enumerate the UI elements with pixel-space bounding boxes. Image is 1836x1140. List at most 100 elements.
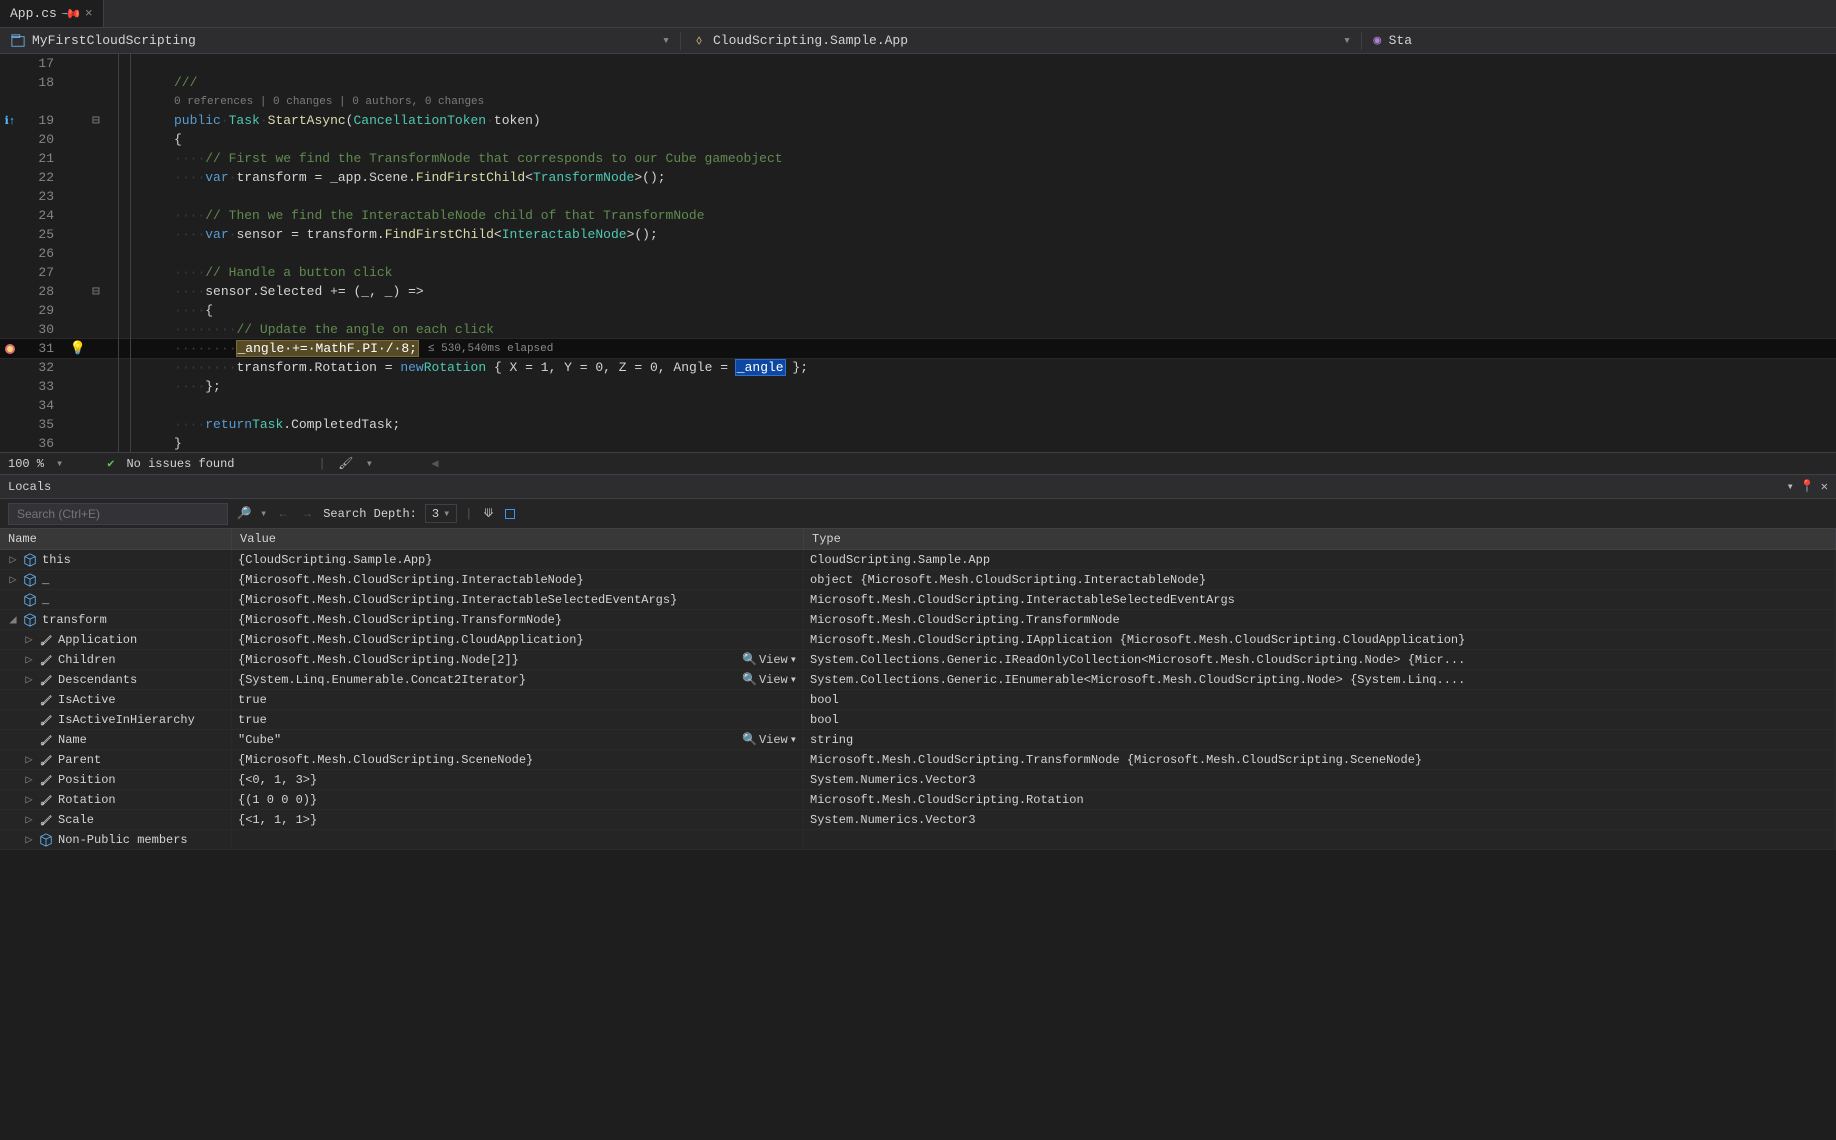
member-dropdown[interactable]: ⬨ CloudScripting.Sample.App ▾ bbox=[681, 28, 1361, 53]
zoom-level[interactable]: 100 % bbox=[8, 457, 44, 471]
expand-icon[interactable]: ▷ bbox=[8, 572, 18, 587]
locals-value-cell[interactable]: {Microsoft.Mesh.CloudScripting.Interacta… bbox=[232, 590, 804, 610]
nav-back-icon[interactable]: ← bbox=[275, 506, 291, 522]
window-position-icon[interactable]: ▾ bbox=[1787, 479, 1794, 494]
nav-forward-icon[interactable]: → bbox=[299, 506, 315, 522]
code-line[interactable]: 20{ bbox=[0, 130, 1836, 149]
locals-value-cell[interactable]: true bbox=[232, 690, 804, 710]
expand-icon[interactable]: ▷ bbox=[24, 672, 34, 687]
code-line[interactable]: 25····var·sensor = transform.FindFirstCh… bbox=[0, 225, 1836, 244]
col-type[interactable]: Type bbox=[804, 529, 1836, 550]
panel-titlebar[interactable]: Locals ▾ 📍 ✕ bbox=[0, 475, 1836, 499]
locals-value-cell[interactable]: {System.Linq.Enumerable.Concat2Iterator}… bbox=[232, 670, 804, 690]
code-line[interactable]: 24····// Then we find the InteractableNo… bbox=[0, 206, 1836, 225]
code-line[interactable]: 29····{ bbox=[0, 301, 1836, 320]
pin-icon[interactable]: 📍 bbox=[1800, 479, 1815, 494]
zoom-chevron-icon[interactable]: ▾ bbox=[56, 456, 63, 471]
chevron-down-icon[interactable]: ▾ bbox=[260, 506, 267, 521]
code-line[interactable]: 17 bbox=[0, 54, 1836, 73]
locals-name-cell[interactable]: ▷Application bbox=[0, 630, 232, 650]
locals-name-cell[interactable]: ▷_ bbox=[0, 570, 232, 590]
brush-icon[interactable]: 🖌 bbox=[338, 456, 354, 472]
locals-name-cell[interactable]: IsActiveInHierarchy bbox=[0, 710, 232, 730]
expand-icon[interactable]: ▷ bbox=[24, 792, 34, 807]
var-name: Name bbox=[58, 733, 87, 747]
code-line[interactable]: 31💡········_angle·+=·MathF.PI·/·8;≤ 530,… bbox=[0, 339, 1836, 358]
pin-icon[interactable]: 📌 bbox=[59, 2, 82, 25]
depth-selector[interactable]: 3 ▾ bbox=[425, 504, 457, 523]
arrow-left-icon[interactable]: ◀ bbox=[427, 456, 443, 472]
code-line[interactable]: 18/// bbox=[0, 73, 1836, 92]
locals-value-cell[interactable]: {(1 0 0 0)} bbox=[232, 790, 804, 810]
locals-name-cell[interactable]: ▷Descendants bbox=[0, 670, 232, 690]
locals-name-cell[interactable]: ▷Non-Public members bbox=[0, 830, 232, 850]
locals-value-cell[interactable]: {CloudScripting.Sample.App} bbox=[232, 550, 804, 570]
locals-value-cell[interactable]: {<1, 1, 1>} bbox=[232, 810, 804, 830]
locals-name-cell[interactable]: ◢transform bbox=[0, 610, 232, 630]
var-value: "Cube" bbox=[238, 733, 281, 747]
search-icon[interactable]: 🔎 bbox=[236, 506, 252, 522]
code-line[interactable]: 28⊟····sensor.Selected += (_, _) => bbox=[0, 282, 1836, 301]
filter-icon[interactable]: ⟱ bbox=[481, 506, 497, 522]
expand-icon[interactable]: ◢ bbox=[8, 612, 18, 627]
file-tab[interactable]: App.cs 📌 × bbox=[0, 0, 104, 27]
code-editor[interactable]: 1718/// 0 references | 0 changes | 0 aut… bbox=[0, 54, 1836, 452]
var-value: true bbox=[238, 693, 267, 707]
wrench-icon bbox=[38, 672, 54, 688]
locals-name-cell[interactable]: ▷Parent bbox=[0, 750, 232, 770]
locals-name-cell[interactable]: ▷Scale bbox=[0, 810, 232, 830]
locals-value-cell[interactable]: {Microsoft.Mesh.CloudScripting.Transform… bbox=[232, 610, 804, 630]
locals-value-cell[interactable]: {<0, 1, 3>} bbox=[232, 770, 804, 790]
code-line[interactable]: ℹ↑19⊟public·Task·StartAsync(Cancellation… bbox=[0, 111, 1836, 130]
locals-value-cell[interactable]: {Microsoft.Mesh.CloudScripting.Node[2]}🔍… bbox=[232, 650, 804, 670]
locals-value-cell[interactable]: {Microsoft.Mesh.CloudScripting.SceneNode… bbox=[232, 750, 804, 770]
code-line[interactable]: 32········transform.Rotation = new Rotat… bbox=[0, 358, 1836, 377]
code-line[interactable]: 23 bbox=[0, 187, 1836, 206]
locals-name-cell[interactable]: ▷Children bbox=[0, 650, 232, 670]
project-dropdown[interactable]: MyFirstCloudScripting ▾ bbox=[0, 28, 680, 53]
locals-name-cell[interactable]: ▷Rotation bbox=[0, 790, 232, 810]
locals-value-cell[interactable]: {Microsoft.Mesh.CloudScripting.Interacta… bbox=[232, 570, 804, 590]
toggle-button[interactable] bbox=[505, 509, 515, 519]
code-line[interactable]: 33····}; bbox=[0, 377, 1836, 396]
view-button[interactable]: 🔍 View ▾ bbox=[742, 652, 797, 667]
chevron-down-icon[interactable]: ▾ bbox=[366, 456, 373, 471]
locals-value-cell[interactable] bbox=[232, 830, 804, 850]
view-button[interactable]: 🔍 View ▾ bbox=[742, 732, 797, 747]
search-box[interactable] bbox=[8, 503, 228, 525]
col-name[interactable]: Name bbox=[0, 529, 232, 550]
code-line[interactable]: 21····// First we find the TransformNode… bbox=[0, 149, 1836, 168]
view-button[interactable]: 🔍 View ▾ bbox=[742, 672, 797, 687]
code-line[interactable]: 26 bbox=[0, 244, 1836, 263]
expand-icon[interactable]: ▷ bbox=[24, 812, 34, 827]
code-line[interactable]: 22····var·transform = _app.Scene.FindFir… bbox=[0, 168, 1836, 187]
expand-icon[interactable]: ▷ bbox=[24, 632, 34, 647]
expand-icon[interactable]: ▷ bbox=[24, 752, 34, 767]
expand-icon[interactable]: ▷ bbox=[24, 772, 34, 787]
locals-type-cell: System.Numerics.Vector3 bbox=[804, 810, 1836, 830]
locals-type-cell: Microsoft.Mesh.CloudScripting.Interactab… bbox=[804, 590, 1836, 610]
locals-name-cell[interactable]: ▷this bbox=[0, 550, 232, 570]
expand-icon[interactable]: ▷ bbox=[8, 552, 18, 567]
method-dropdown[interactable]: ◉ Sta bbox=[1362, 28, 1422, 53]
locals-name-cell[interactable]: IsActive bbox=[0, 690, 232, 710]
locals-name-cell[interactable]: Name bbox=[0, 730, 232, 750]
search-input[interactable] bbox=[15, 506, 221, 522]
locals-name-cell[interactable]: ▷Position bbox=[0, 770, 232, 790]
close-icon[interactable]: × bbox=[85, 6, 93, 21]
locals-type-cell: bool bbox=[804, 710, 1836, 730]
code-line[interactable]: 36} bbox=[0, 434, 1836, 452]
locals-name-cell[interactable]: _ bbox=[0, 590, 232, 610]
code-line[interactable]: 34 bbox=[0, 396, 1836, 415]
close-icon[interactable]: ✕ bbox=[1821, 479, 1828, 494]
code-line[interactable]: 35····return Task.CompletedTask; bbox=[0, 415, 1836, 434]
col-value[interactable]: Value bbox=[232, 529, 804, 550]
locals-value-cell[interactable]: {Microsoft.Mesh.CloudScripting.CloudAppl… bbox=[232, 630, 804, 650]
code-line[interactable]: 30········// Update the angle on each cl… bbox=[0, 320, 1836, 339]
locals-value-cell[interactable]: true bbox=[232, 710, 804, 730]
code-line[interactable]: 27····// Handle a button click bbox=[0, 263, 1836, 282]
expand-icon[interactable]: ▷ bbox=[24, 832, 34, 847]
expand-icon[interactable]: ▷ bbox=[24, 652, 34, 667]
locals-value-cell[interactable]: "Cube" 🔍 View ▾ bbox=[232, 730, 804, 750]
code-line[interactable]: 0 references | 0 changes | 0 authors, 0 … bbox=[0, 92, 1836, 111]
